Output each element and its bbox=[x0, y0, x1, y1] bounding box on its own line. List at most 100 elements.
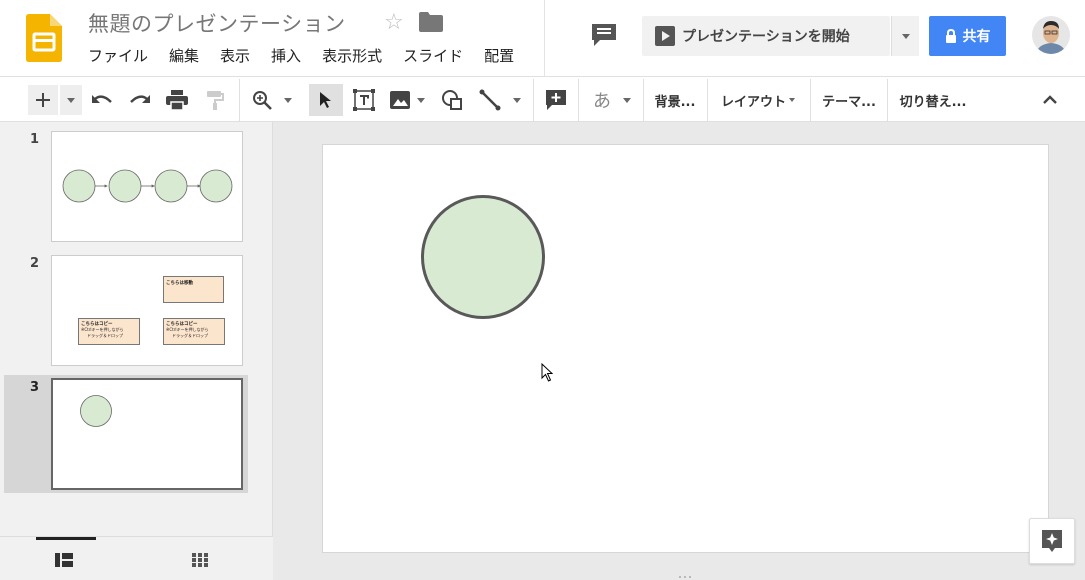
slide-thumbnail-2[interactable]: こちらは移動 こちらはコピー ※Ctrlキーを押しながら ドラッグ＆ドロップ こ… bbox=[51, 255, 243, 366]
thumbnail-box: こちらはコピー ※Ctrlキーを押しながら ドラッグ＆ドロップ bbox=[78, 318, 140, 345]
new-slide-button[interactable] bbox=[28, 85, 58, 115]
resize-handle-icon[interactable] bbox=[677, 575, 693, 579]
add-comment-icon bbox=[546, 90, 566, 110]
image-icon bbox=[390, 91, 410, 109]
menu-insert[interactable]: 挿入 bbox=[271, 45, 301, 66]
shape-tool[interactable] bbox=[438, 85, 466, 115]
chevron-down-icon bbox=[417, 97, 425, 103]
menu-file[interactable]: ファイル bbox=[88, 45, 148, 66]
toolbar-divider bbox=[578, 79, 579, 121]
thumbnail-box-title: こちらはコピー bbox=[166, 322, 198, 327]
thumbnail-box: こちらは移動 bbox=[163, 276, 224, 303]
toolbar-divider bbox=[533, 79, 534, 121]
explore-icon bbox=[1042, 530, 1062, 552]
share-button-label: 共有 bbox=[962, 29, 991, 45]
menu-slide[interactable]: スライド bbox=[403, 45, 463, 66]
shape-icon bbox=[442, 90, 462, 110]
present-button[interactable]: プレゼンテーションを開始 bbox=[642, 16, 890, 56]
insert-image-button[interactable] bbox=[386, 85, 414, 115]
add-comment-button[interactable] bbox=[542, 85, 570, 115]
lock-icon bbox=[945, 29, 956, 43]
chevron-down-icon bbox=[284, 97, 292, 103]
folder-icon[interactable] bbox=[419, 12, 443, 32]
toolbar-divider bbox=[887, 79, 888, 121]
slide-thumbnail-content bbox=[80, 395, 112, 427]
undo-button[interactable] bbox=[88, 85, 116, 115]
plus-icon bbox=[36, 93, 50, 107]
menu-format[interactable]: 表示形式 bbox=[322, 45, 382, 66]
avatar[interactable] bbox=[1032, 16, 1070, 54]
toolbar-divider bbox=[239, 79, 240, 121]
input-tools-button[interactable]: あ bbox=[588, 85, 616, 115]
menu-view[interactable]: 表示 bbox=[220, 45, 250, 66]
paint-roller-icon bbox=[207, 91, 224, 110]
thumbnail-box: こちらはコピー ※Ctrlキーを押しながら ドラッグ＆ドロップ bbox=[163, 318, 225, 345]
circle-shape[interactable] bbox=[421, 195, 545, 319]
redo-button[interactable] bbox=[126, 85, 154, 115]
present-button-label: プレゼンテーションを開始 bbox=[682, 29, 850, 45]
input-tools-dropdown[interactable] bbox=[620, 85, 634, 115]
slide-number: 2 bbox=[30, 256, 40, 271]
zoom-button[interactable] bbox=[248, 85, 276, 115]
header-divider bbox=[544, 0, 545, 76]
toolbar-divider bbox=[707, 79, 708, 121]
chevron-down-icon bbox=[623, 97, 631, 103]
undo-icon bbox=[92, 95, 112, 103]
present-dropdown-button[interactable] bbox=[891, 16, 919, 56]
select-tool[interactable] bbox=[309, 84, 343, 116]
text-box-icon bbox=[353, 89, 375, 111]
line-tool-dropdown[interactable] bbox=[510, 85, 524, 115]
toolbar: あ 背景... レイアウト テーマ... 切り替え... bbox=[0, 76, 1085, 122]
explore-button[interactable] bbox=[1029, 518, 1075, 564]
line-tool[interactable] bbox=[476, 85, 504, 115]
transition-button[interactable]: 切り替え... bbox=[895, 85, 971, 115]
current-slide[interactable] bbox=[322, 144, 1049, 553]
slide-number: 3 bbox=[30, 380, 40, 395]
menu-edit[interactable]: 編集 bbox=[169, 45, 199, 66]
chevron-down-icon bbox=[789, 98, 795, 102]
layout-button[interactable]: レイアウト bbox=[714, 85, 802, 115]
comment-icon[interactable] bbox=[590, 22, 618, 48]
transition-button-label: 切り替え... bbox=[899, 94, 967, 110]
mouse-pointer-icon bbox=[541, 363, 554, 382]
zoom-dropdown[interactable] bbox=[280, 85, 296, 115]
line-icon bbox=[479, 89, 501, 111]
layout-button-label: レイアウト bbox=[720, 94, 786, 110]
toolbar-divider bbox=[643, 79, 644, 121]
thumbnail-box-text: ドラッグ＆ドロップ bbox=[172, 333, 208, 338]
document-title[interactable]: 無題のプレゼンテーション bbox=[88, 8, 346, 38]
slide-number: 1 bbox=[30, 132, 40, 147]
menu-arrange[interactable]: 配置 bbox=[484, 45, 514, 66]
cursor-icon bbox=[320, 92, 331, 108]
active-view-indicator bbox=[36, 537, 96, 540]
insert-image-dropdown[interactable] bbox=[414, 85, 428, 115]
filmstrip-view-switcher bbox=[0, 536, 273, 580]
slide-thumbnail-3[interactable] bbox=[51, 378, 243, 490]
slide-content bbox=[421, 195, 545, 319]
slide-thumbnail-content bbox=[62, 169, 233, 203]
text-box-tool[interactable] bbox=[350, 85, 378, 115]
grid-view-icon[interactable] bbox=[192, 553, 208, 567]
printer-icon bbox=[166, 90, 188, 110]
print-button[interactable] bbox=[163, 85, 191, 115]
filmstrip-view-icon[interactable] bbox=[55, 553, 73, 567]
menu-bar: ファイル 編集 表示 挿入 表示形式 スライド 配置 bbox=[88, 45, 535, 66]
slides-logo-icon[interactable] bbox=[26, 14, 62, 62]
slide-editor-canvas[interactable] bbox=[273, 122, 1085, 580]
chevron-down-icon bbox=[513, 97, 521, 103]
new-slide-dropdown[interactable] bbox=[60, 85, 82, 115]
paint-format-button[interactable] bbox=[201, 85, 229, 115]
theme-button[interactable]: テーマ... bbox=[817, 85, 881, 115]
zoom-icon bbox=[253, 91, 272, 110]
background-button-label: 背景... bbox=[654, 94, 696, 110]
thumbnail-box-title: こちらはコピー bbox=[81, 322, 113, 327]
chevron-up-icon bbox=[1043, 95, 1057, 104]
background-button[interactable]: 背景... bbox=[650, 85, 700, 115]
slide-thumbnail-1[interactable] bbox=[51, 131, 243, 242]
collapse-toolbar-button[interactable] bbox=[1036, 85, 1064, 115]
star-icon[interactable]: ☆ bbox=[384, 10, 404, 35]
chevron-down-icon bbox=[67, 97, 75, 103]
app-header: 無題のプレゼンテーション ☆ ファイル 編集 表示 挿入 表示形式 スライド 配… bbox=[0, 0, 1085, 76]
chevron-down-icon bbox=[902, 34, 910, 39]
share-button[interactable]: 共有 bbox=[929, 16, 1006, 56]
